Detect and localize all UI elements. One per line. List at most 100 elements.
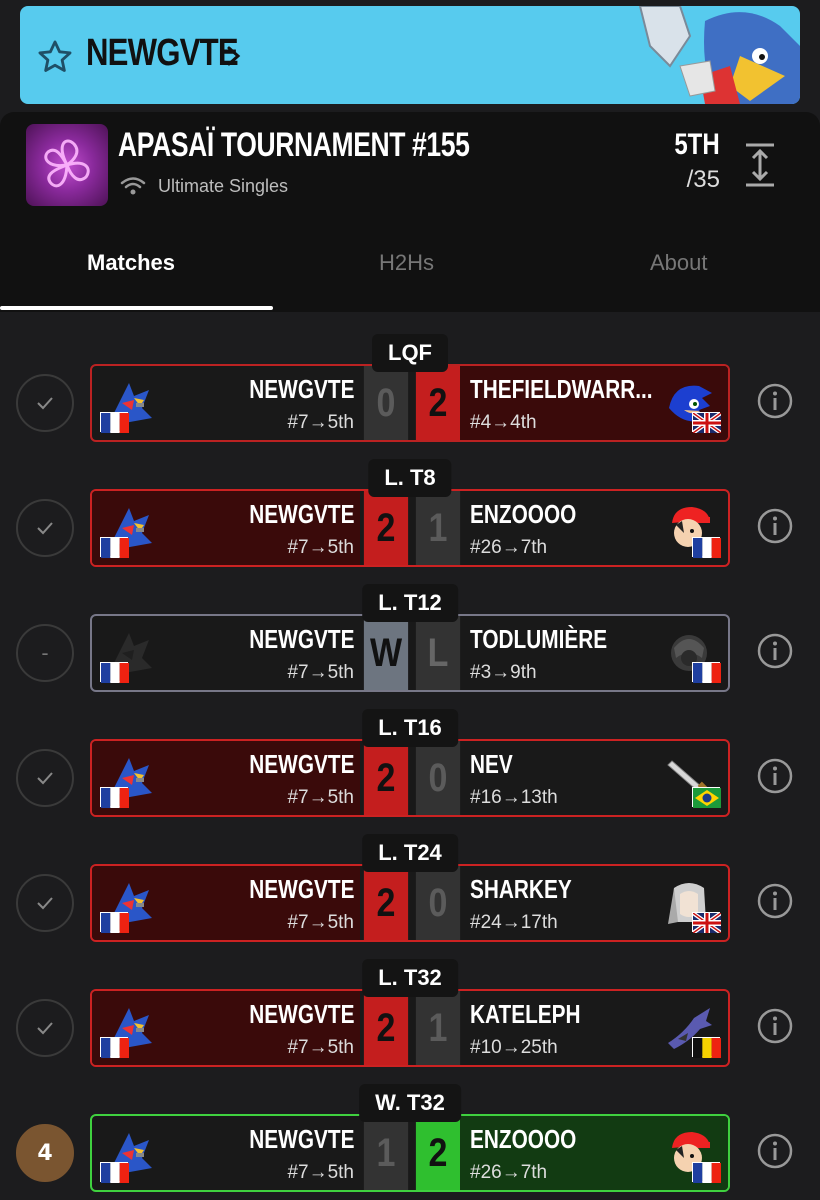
info-icon[interactable]	[756, 507, 794, 545]
info-icon[interactable]	[756, 1007, 794, 1045]
match-row[interactable]: - NEWGVTE #7→5th W L TODLUMIÈRE #3→9th L…	[0, 584, 820, 724]
left-player: NEWGVTE #7→5th	[92, 866, 360, 940]
wifi-icon	[120, 177, 146, 195]
placement-total: /35	[686, 166, 720, 193]
check-icon	[37, 897, 53, 910]
round-label: L. T12	[362, 584, 458, 622]
left-player-name: NEWGVTE	[248, 1124, 354, 1154]
right-score: 1	[415, 491, 461, 565]
tournament-subtitle: Ultimate Singles	[158, 176, 289, 196]
fr-flag-icon	[692, 662, 721, 683]
match-status[interactable]: 4	[16, 1124, 74, 1182]
tab-matches[interactable]: Matches	[87, 250, 175, 276]
round-label: W. T32	[359, 1084, 461, 1122]
match-row[interactable]: 4 NEWGVTE #7→5th 1 2 ENZOOOO #26→7th W. …	[0, 1084, 820, 1200]
tournament-logo	[26, 124, 108, 206]
left-score: W	[363, 616, 409, 690]
round-label: L. T16	[362, 709, 458, 747]
left-player-name: NEWGVTE	[248, 749, 354, 779]
left-score: 2	[363, 741, 409, 815]
chevron-right-icon	[227, 46, 241, 66]
right-player-seed: #26→7th	[470, 1162, 548, 1183]
left-player: NEWGVTE #7→5th	[92, 1116, 360, 1190]
match-card[interactable]: NEWGVTE #7→5th 2 0 SHARKEY #24→17th	[90, 864, 730, 942]
left-player-seed: #7→5th	[287, 912, 354, 933]
fr-flag-icon	[692, 537, 721, 558]
left-score: 2	[363, 491, 409, 565]
left-player-seed: #7→5th	[287, 1162, 354, 1183]
left-player-name: NEWGVTE	[248, 374, 354, 404]
left-player-seed: #7→5th	[287, 662, 354, 683]
round-label: LQF	[372, 334, 448, 372]
match-card[interactable]: NEWGVTE #7→5th 0 2 THEFIELDWARR... #4→4t…	[90, 364, 730, 442]
left-score: 2	[363, 866, 409, 940]
right-player: ENZOOOO #26→7th	[460, 491, 728, 565]
left-player: NEWGVTE #7→5th	[92, 991, 360, 1065]
left-player: NEWGVTE #7→5th	[92, 491, 360, 565]
right-player-name: ENZOOOO	[470, 499, 577, 529]
match-card[interactable]: NEWGVTE #7→5th 2 0 NEV #16→13th	[90, 739, 730, 817]
left-player-seed: #7→5th	[287, 537, 354, 558]
check-icon	[37, 1022, 53, 1035]
placement: 5TH /35	[663, 128, 720, 194]
round-label: L. T32	[362, 959, 458, 997]
match-card[interactable]: NEWGVTE #7→5th 1 2 ENZOOOO #26→7th	[90, 1114, 730, 1192]
round-label: L. T8	[368, 459, 452, 497]
tournament-header: APASAÏ TOURNAMENT #155 Ultimate Singles …	[0, 112, 820, 312]
info-icon[interactable]	[756, 882, 794, 920]
right-player: THEFIELDWARR... #4→4th	[460, 366, 728, 440]
match-status[interactable]	[16, 874, 74, 932]
info-icon[interactable]	[756, 382, 794, 420]
right-score: L	[415, 616, 461, 690]
right-score: 1	[415, 991, 461, 1065]
right-score: 2	[415, 366, 461, 440]
tab-about[interactable]: About	[650, 250, 708, 276]
banner-player-name: NEWGVTE	[86, 32, 239, 74]
left-score: 2	[363, 991, 409, 1065]
uk-flag-icon	[691, 411, 723, 435]
check-icon	[37, 397, 53, 410]
info-icon[interactable]	[756, 632, 794, 670]
match-status[interactable]	[16, 499, 74, 557]
info-icon[interactable]	[756, 757, 794, 795]
br-flag-icon	[692, 787, 721, 808]
right-player-seed: #3→9th	[470, 662, 537, 683]
match-card[interactable]: NEWGVTE #7→5th 2 1 ENZOOOO #26→7th	[90, 489, 730, 567]
match-row[interactable]: NEWGVTE #7→5th 2 0 NEV #16→13th L. T16	[0, 709, 820, 849]
match-status[interactable]: -	[16, 624, 74, 682]
right-score: 0	[415, 741, 461, 815]
right-player: TODLUMIÈRE #3→9th	[460, 616, 728, 690]
check-icon	[37, 772, 53, 785]
right-player-name: TODLUMIÈRE	[470, 624, 608, 654]
fr-flag-icon	[692, 1162, 721, 1183]
right-player-seed: #26→7th	[470, 537, 548, 558]
match-row[interactable]: NEWGVTE #7→5th 2 1 ENZOOOO #26→7th L. T8	[0, 459, 820, 599]
right-player-seed: #16→13th	[470, 787, 558, 808]
match-status[interactable]	[16, 749, 74, 807]
left-player-seed: #7→5th	[287, 1037, 354, 1058]
expand-icon[interactable]	[742, 142, 778, 188]
left-player-seed: #7→5th	[287, 787, 354, 808]
match-status[interactable]	[16, 374, 74, 432]
match-row[interactable]: NEWGVTE #7→5th 0 2 THEFIELDWARR... #4→4t…	[0, 334, 820, 474]
right-player-name: KATELEPH	[470, 999, 581, 1029]
match-row[interactable]: NEWGVTE #7→5th 2 0 SHARKEY #24→17th L. T…	[0, 834, 820, 974]
left-player: NEWGVTE #7→5th	[92, 616, 360, 690]
info-icon[interactable]	[756, 1132, 794, 1170]
match-card[interactable]: NEWGVTE #7→5th 2 1 KATELEPH #10→25th	[90, 989, 730, 1067]
tab-h2hs[interactable]: H2Hs	[379, 250, 434, 276]
left-score: 1	[363, 1116, 409, 1190]
match-row[interactable]: NEWGVTE #7→5th 2 1 KATELEPH #10→25th L. …	[0, 959, 820, 1099]
right-player-name: THEFIELDWARR...	[470, 374, 653, 404]
left-player: NEWGVTE #7→5th	[92, 741, 360, 815]
left-player-name: NEWGVTE	[248, 874, 354, 904]
left-player-name: NEWGVTE	[248, 999, 354, 1029]
round-label: L. T24	[362, 834, 458, 872]
player-banner[interactable]: NEWGVTE	[20, 6, 800, 104]
right-score: 0	[415, 866, 461, 940]
star-icon[interactable]	[36, 38, 74, 76]
match-card[interactable]: NEWGVTE #7→5th W L TODLUMIÈRE #3→9th	[90, 614, 730, 692]
match-status[interactable]	[16, 999, 74, 1057]
status-text: -	[41, 641, 49, 665]
right-player: KATELEPH #10→25th	[460, 991, 728, 1065]
